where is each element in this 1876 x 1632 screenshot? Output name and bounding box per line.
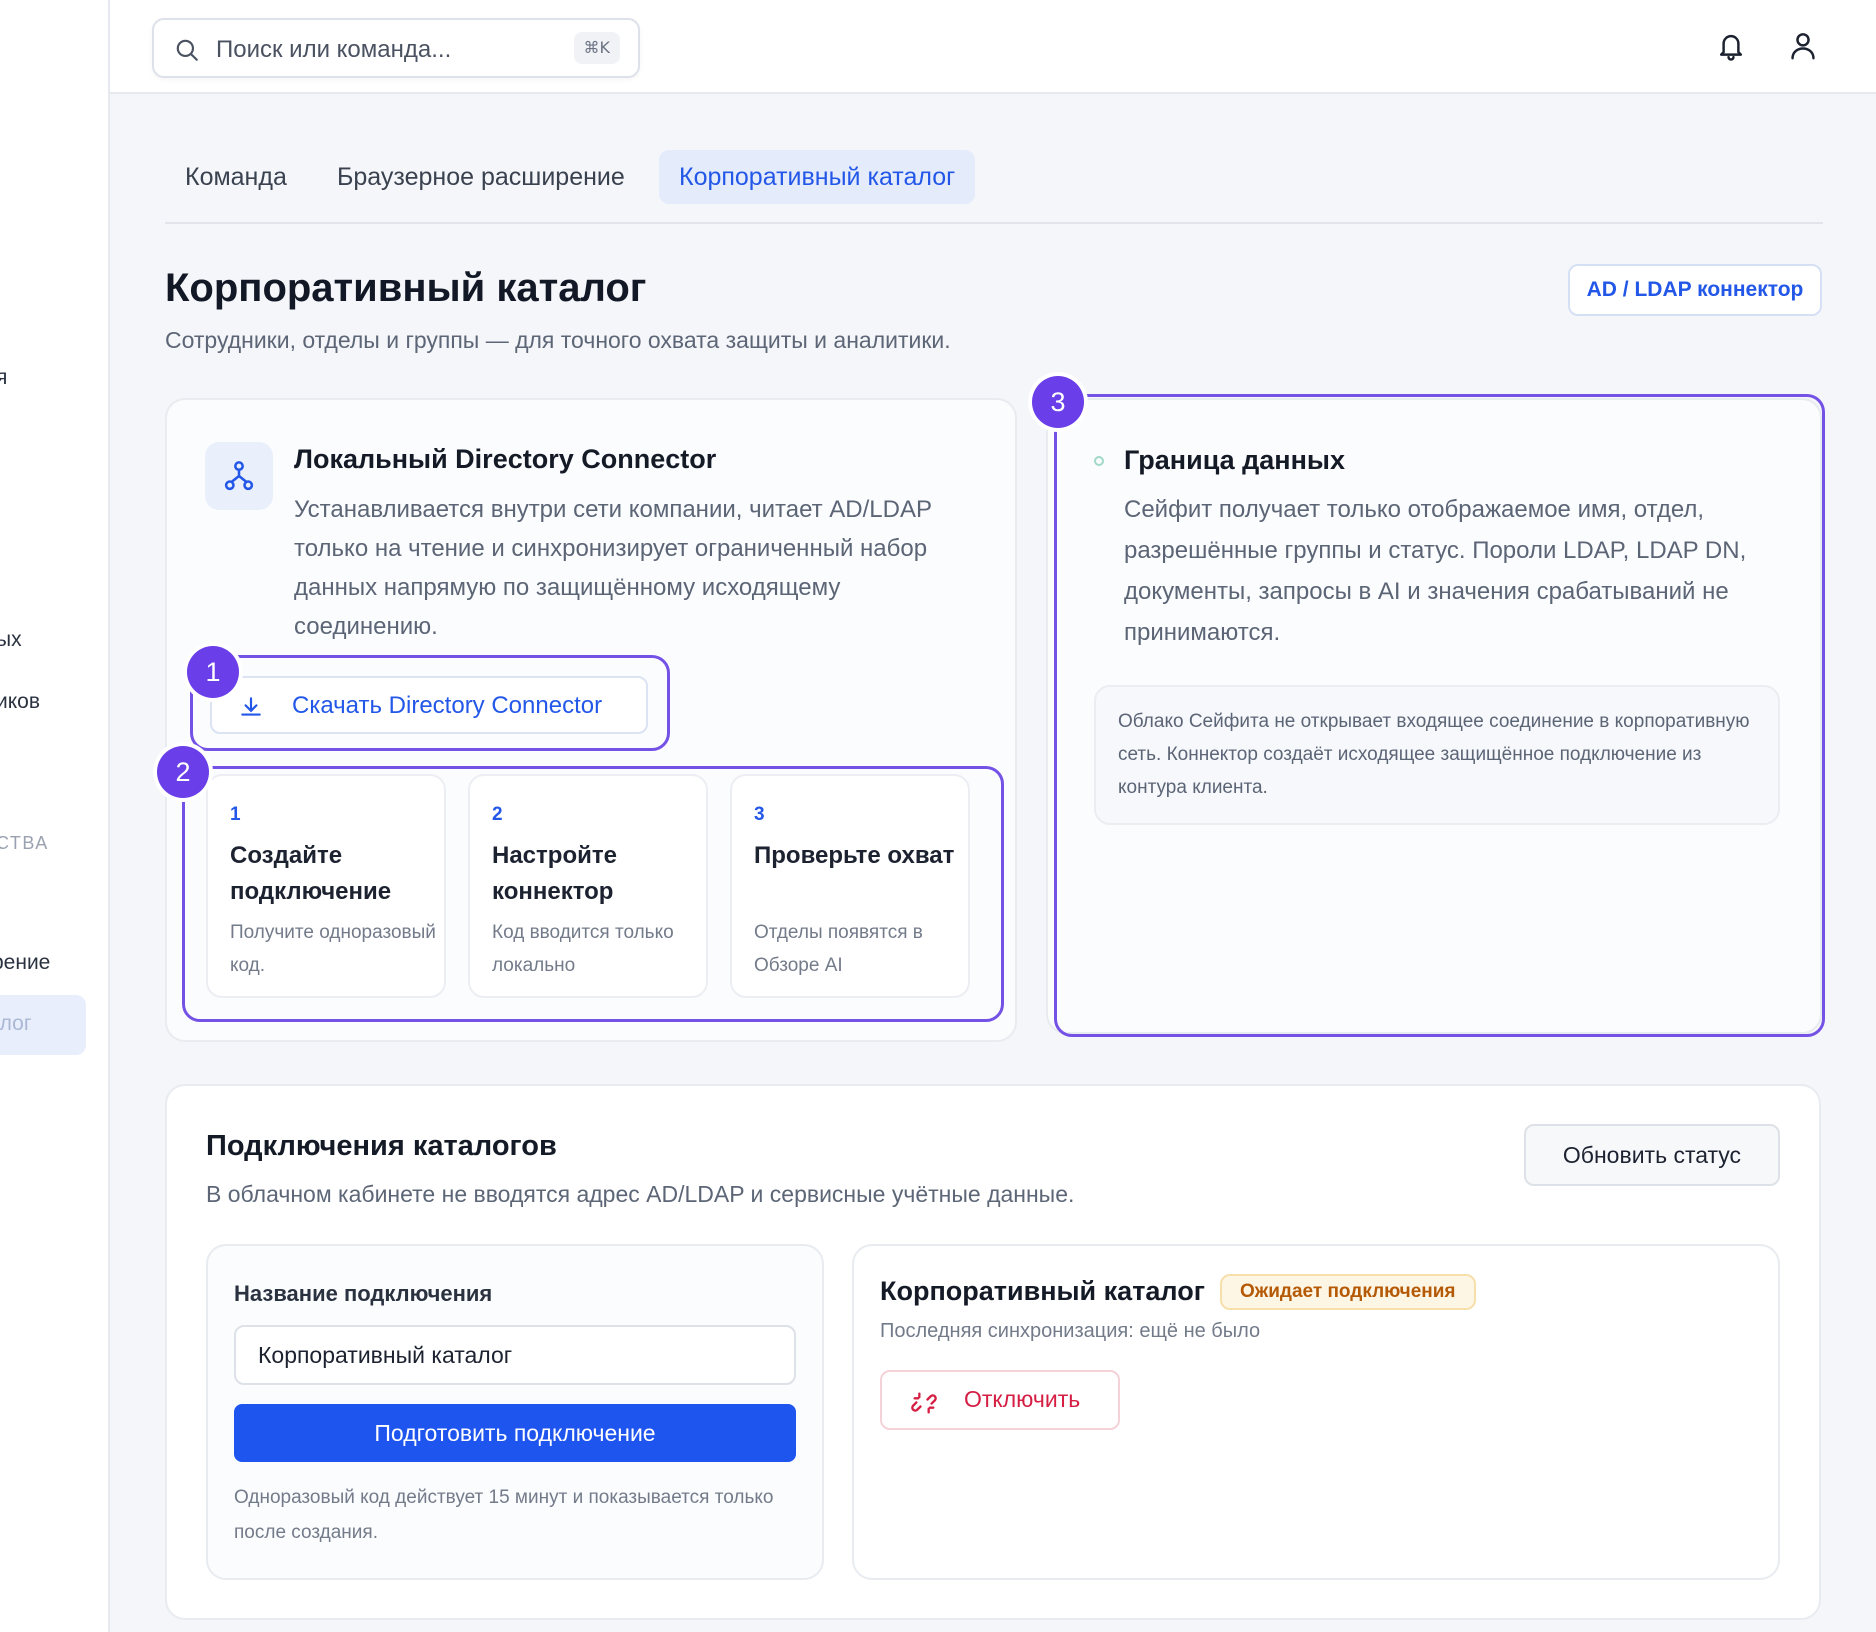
prepare-connection-button[interactable]: Подготовить подключение xyxy=(234,1404,796,1462)
callout-badge-2: 2 xyxy=(157,746,209,798)
step-number: 3 xyxy=(754,804,765,825)
sidebar: я ых иков СТВА рение алог xyxy=(0,0,110,1632)
callout-badge-3: 3 xyxy=(1032,376,1084,428)
step-description: Отделы появятся в Обзоре AI xyxy=(754,922,923,976)
connection-hint: Одноразовый код действует 15 минут и пок… xyxy=(234,1487,774,1543)
step-description: Получите одноразовый код. xyxy=(230,922,436,976)
data-boundary-note-text: Облако Сейфита не открывает входящее сое… xyxy=(1118,711,1750,798)
step-description: Код вводится только локально xyxy=(492,922,674,976)
download-connector-label: Скачать Directory Connector xyxy=(292,692,603,719)
search-icon xyxy=(176,39,198,61)
disconnect-label: Отключить xyxy=(964,1386,1081,1412)
connection-name-label: Название подключения xyxy=(234,1281,493,1306)
sidebar-item[interactable]: рение xyxy=(0,951,50,975)
sidebar-item[interactable]: иков xyxy=(0,690,40,714)
download-icon xyxy=(241,697,261,716)
disconnect-button[interactable]: Отключить xyxy=(880,1370,1120,1430)
connector-description: Устанавливается внутри сети компании, чи… xyxy=(294,496,932,640)
connections-title: Подключения каталогов xyxy=(206,1130,557,1162)
last-sync-text: Последняя синхронизация: ещё не было xyxy=(880,1320,1261,1342)
data-boundary-title: Граница данных xyxy=(1124,445,1345,475)
tab-team[interactable]: Команда xyxy=(165,150,307,204)
download-connector-button[interactable]: Скачать Directory Connector xyxy=(210,676,648,734)
step-card: 2 Настройте коннектор Код вводится тольк… xyxy=(468,774,708,998)
step-title: Создайте подключение xyxy=(230,842,392,905)
step-title: Проверьте охват xyxy=(754,842,955,869)
callout-badge-1: 1 xyxy=(187,646,239,698)
connections-subtitle: В облачном кабинете не вводятся адрес AD… xyxy=(206,1181,1075,1207)
data-boundary-description: Сейфит получает только отображаемое имя,… xyxy=(1124,496,1747,646)
search-input[interactable]: Поиск или команда... ⌘K xyxy=(152,18,640,78)
refresh-status-button[interactable]: Обновить статус xyxy=(1524,1124,1780,1186)
connector-title: Локальный Directory Connector xyxy=(294,444,717,474)
search-shortcut: ⌘K xyxy=(573,32,620,64)
search-placeholder: Поиск или команда... xyxy=(216,36,452,63)
step-number: 1 xyxy=(230,804,241,825)
sidebar-item-active-label: алог xyxy=(0,1012,32,1035)
ldap-connector-button[interactable]: AD / LDAP коннектор xyxy=(1568,264,1822,316)
step-number: 2 xyxy=(492,804,503,825)
user-icon[interactable] xyxy=(1788,30,1818,62)
connection-name-input[interactable]: Корпоративный каталог xyxy=(234,1325,796,1385)
status-badge: Ожидает подключения xyxy=(1220,1274,1476,1310)
connection-status-title: Корпоративный каталог xyxy=(880,1276,1205,1306)
sidebar-item[interactable]: ых xyxy=(0,628,22,652)
tabs-divider xyxy=(165,222,1823,224)
step-card: 3 Проверьте охват Отделы появятся в Обзо… xyxy=(730,774,970,998)
sidebar-section-label: СТВА xyxy=(0,833,49,853)
tab-corporate-catalog[interactable]: Корпоративный каталог xyxy=(659,150,976,204)
step-card: 1 Создайте подключение Получите одноразо… xyxy=(206,774,446,998)
disconnect-icon xyxy=(911,1392,937,1414)
page-title: Корпоративный каталог xyxy=(165,266,647,310)
connector-icon-box xyxy=(205,442,273,510)
page-subtitle: Сотрудники, отделы и группы — для точног… xyxy=(165,327,951,353)
status-dot xyxy=(1094,456,1104,466)
tab-browser-extension[interactable]: Браузерное расширение xyxy=(317,150,645,204)
step-title: Настройте коннектор xyxy=(492,842,617,905)
sidebar-item[interactable]: я xyxy=(0,366,7,390)
data-boundary-note: Облако Сейфита не открывает входящее сое… xyxy=(1094,685,1780,825)
network-icon xyxy=(224,461,254,491)
top-bar: Поиск или команда... ⌘K xyxy=(110,0,1876,94)
bell-icon[interactable] xyxy=(1716,30,1746,62)
